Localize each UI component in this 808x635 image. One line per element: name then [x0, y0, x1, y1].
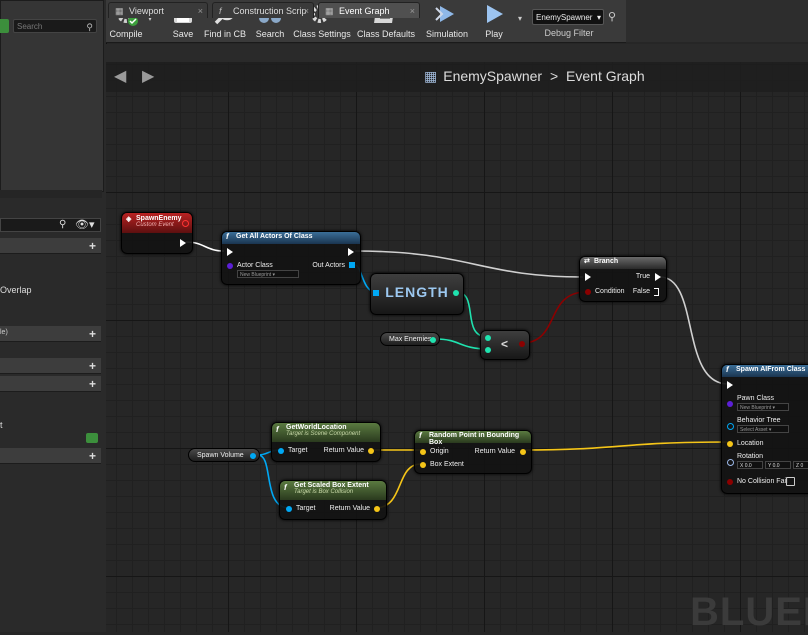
behavior-tree-select[interactable]: Select Asset ▾: [737, 425, 789, 433]
select-value: New Blueprint: [240, 272, 272, 278]
no-collision-fail-checkbox[interactable]: [786, 477, 795, 486]
true-exec-pin[interactable]: [655, 273, 661, 281]
b-in-pin[interactable]: [485, 347, 491, 353]
get-world-location-node[interactable]: f GetWorldLocation Target is Scene Compo…: [271, 422, 381, 462]
return-value-pin[interactable]: [520, 449, 526, 455]
condition-pin[interactable]: [585, 289, 591, 295]
delegate-pin[interactable]: [182, 220, 189, 227]
length-node[interactable]: LENGTH: [370, 273, 464, 315]
exec-wire: [659, 276, 729, 385]
actor-class-select[interactable]: New Blueprint ▾: [237, 270, 299, 278]
function-icon: f: [726, 365, 729, 374]
field-value: 0.0: [772, 463, 780, 469]
wires-layer: [185, 241, 729, 509]
operator-symbol: <: [501, 337, 509, 351]
location-pin[interactable]: [727, 441, 733, 447]
node-title: Branch: [594, 258, 619, 265]
spawn-ai-from-class-node[interactable]: f Spawn AIFrom Class Pawn Class New Blue…: [721, 364, 808, 494]
target-pin[interactable]: [286, 506, 292, 512]
pin-label: Rotation: [737, 453, 764, 460]
pin-label: No Collision Fail: [737, 478, 788, 485]
node-title: Spawn AIFrom Class: [736, 366, 806, 373]
pin-label: False: [632, 288, 650, 295]
pin-label: Origin: [430, 448, 449, 455]
function-icon: f: [226, 232, 229, 241]
node-title: GetWorldLocation: [286, 424, 347, 431]
random-point-in-bounding-box-node[interactable]: f Random Point in Bounding Box Origin Bo…: [414, 430, 532, 474]
rotation-z-field[interactable]: Z 0: [793, 461, 808, 469]
pin-label: Pawn Class: [737, 395, 774, 402]
blueprint-watermark: BLUEP: [690, 590, 808, 634]
variable-label: Max Enemies: [389, 336, 432, 343]
no-collision-fail-pin[interactable]: [727, 479, 733, 485]
boolean-out-pin[interactable]: [519, 341, 525, 347]
spawn-volume-variable[interactable]: Spawn Volume: [188, 448, 260, 462]
vector-wire: [522, 441, 729, 451]
origin-pin[interactable]: [420, 449, 426, 455]
node-title: Get All Actors Of Class: [236, 233, 313, 240]
select-value: New Blueprint: [740, 405, 772, 411]
exec-out-pin[interactable]: [348, 248, 354, 256]
rotation-pin[interactable]: [727, 459, 734, 466]
pin-label: True: [635, 273, 650, 280]
rotation-x-field[interactable]: X 0.0: [737, 461, 763, 469]
target-pin[interactable]: [278, 448, 284, 454]
node-subtitle: Target is Scene Component: [286, 431, 361, 437]
event-icon: ◈: [126, 216, 132, 223]
return-value-pin[interactable]: [368, 448, 374, 454]
exec-in-pin[interactable]: [585, 273, 591, 281]
behavior-tree-pin[interactable]: [727, 423, 734, 430]
pin-label: Target: [288, 447, 308, 454]
exec-in-pin[interactable]: [227, 248, 233, 256]
pin-label: Return Value: [323, 447, 364, 454]
node-title: LENGTH: [385, 284, 449, 300]
pin-label: Box Extent: [430, 461, 464, 468]
return-value-pin[interactable]: [374, 506, 380, 512]
variable-label: Spawn Volume: [197, 452, 244, 459]
rotation-y-field[interactable]: Y 0.0: [765, 461, 791, 469]
integer-out-pin[interactable]: [430, 337, 436, 343]
exec-out-pin[interactable]: [180, 239, 186, 247]
pin-label: Behavior Tree: [737, 417, 781, 424]
function-icon: f: [284, 483, 287, 492]
pin-label: Location: [737, 440, 764, 447]
get-all-actors-node[interactable]: f Get All Actors Of Class Actor Class Ne…: [221, 231, 361, 285]
branch-icon: ⇄: [584, 258, 590, 265]
integer-out-pin[interactable]: [453, 290, 459, 296]
pin-label: Return Value: [474, 448, 515, 455]
function-icon: f: [419, 431, 422, 440]
select-value: Select Asset: [740, 427, 768, 433]
actor-class-pin[interactable]: [227, 263, 233, 269]
branch-node[interactable]: ⇄ Branch Condition True False: [579, 256, 667, 302]
exec-in-pin[interactable]: [727, 381, 733, 389]
false-exec-pin[interactable]: [654, 288, 661, 296]
pin-label: Out Actors: [312, 262, 345, 269]
less-than-node[interactable]: <: [480, 330, 530, 360]
pin-label: Target: [296, 505, 316, 512]
node-title: Random Point in Bounding Box: [429, 432, 520, 446]
pin-label: Condition: [595, 288, 625, 295]
pin-label: Actor Class: [237, 262, 273, 269]
box-extent-pin[interactable]: [420, 462, 426, 468]
boolean-wire: [521, 291, 587, 344]
spawn-enemy-event-node[interactable]: ◈ SpawnEnemy Custom Event: [121, 212, 193, 254]
pin-label: Return Value: [329, 505, 370, 512]
pawn-class-select[interactable]: New Blueprint ▾: [737, 403, 789, 411]
function-icon: f: [276, 425, 279, 434]
object-out-pin[interactable]: [250, 453, 256, 459]
node-subtitle: Target is Box Collision: [294, 489, 354, 495]
out-actors-array-pin[interactable]: [349, 262, 355, 268]
get-scaled-box-extent-node[interactable]: f Get Scaled Box Extent Target is Box Co…: [279, 480, 387, 520]
a-in-pin[interactable]: [485, 335, 491, 341]
field-value: 0.0: [744, 463, 752, 469]
pawn-class-pin[interactable]: [727, 401, 733, 407]
node-title: Get Scaled Box Extent: [294, 482, 369, 489]
max-enemies-variable[interactable]: Max Enemies: [380, 332, 440, 346]
field-value: 0: [800, 463, 804, 469]
